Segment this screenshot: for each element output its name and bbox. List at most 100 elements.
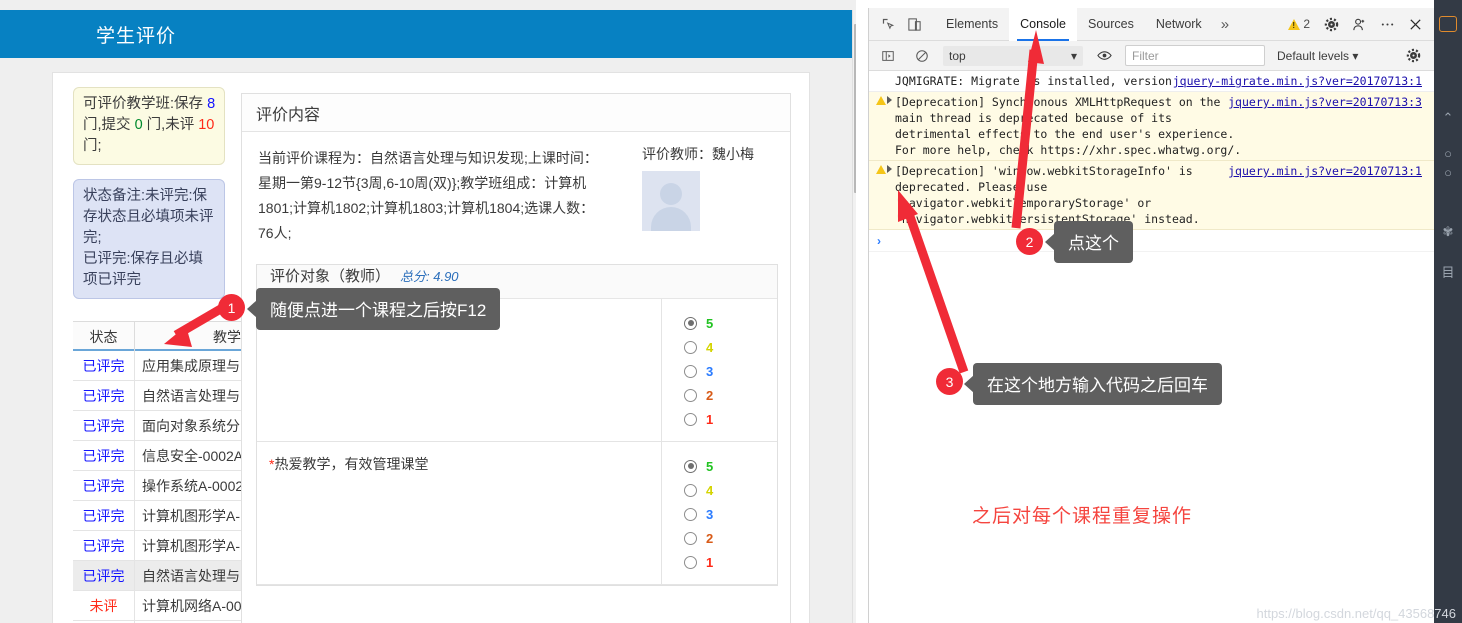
settings-gear-icon[interactable] bbox=[1318, 11, 1344, 37]
page-scrollbar[interactable] bbox=[852, 10, 856, 623]
execution-context-select[interactable]: top ▾ bbox=[943, 45, 1083, 66]
radio-button-icon[interactable] bbox=[684, 459, 697, 473]
screenshot-root: 学生评价 可评价教学班:保存 8 门,提交 0 门,未评 10 门; 状态备注:… bbox=[0, 0, 1462, 623]
rating-option[interactable]: 2 bbox=[684, 526, 774, 550]
console-source-link[interactable]: jquery-migrate.min.js?ver=20170713:1 bbox=[1173, 73, 1422, 89]
tab-elements[interactable]: Elements bbox=[935, 8, 1009, 41]
clear-console-icon[interactable] bbox=[909, 43, 935, 69]
radio-button-icon[interactable] bbox=[684, 364, 697, 378]
callout-1: 随便点进一个课程之后按F12 bbox=[246, 288, 501, 330]
course-status-table: 状态 教学 已评完 应用集成原理与 已评完 自然语言处理与 已评完 面向对象系统分 已评完信… bbox=[73, 321, 257, 623]
rating-option[interactable]: 1 bbox=[684, 550, 774, 574]
rail-circle-icon-1[interactable]: ○ bbox=[1439, 146, 1457, 161]
row-course-name: 计算机图形学A- bbox=[142, 537, 240, 554]
rating-option[interactable]: 4 bbox=[684, 335, 774, 359]
rail-warning-icon[interactable]: ⌃ bbox=[1439, 110, 1457, 126]
row-status: 已评完 bbox=[73, 501, 135, 530]
row-course-name: 信息安全-0002A bbox=[142, 447, 244, 464]
question-row: *热爱教学，有效管理课堂 5 4 3 2 1 bbox=[257, 442, 777, 585]
account-icon[interactable] bbox=[1346, 11, 1372, 37]
devtools-tab-list: Elements Console Sources Network bbox=[935, 7, 1213, 41]
rating-option[interactable]: 3 bbox=[684, 359, 774, 383]
warning-count-badge[interactable]: 2 bbox=[1288, 17, 1310, 31]
tab-sources[interactable]: Sources bbox=[1077, 8, 1145, 41]
watermark-text: https://blog.csdn.net/qq_43568746 bbox=[1256, 606, 1457, 621]
saved-count: 8 bbox=[207, 96, 216, 112]
row-status: 未评 bbox=[73, 591, 135, 620]
rail-panel-icon[interactable]: 目 bbox=[1439, 262, 1457, 281]
table-row[interactable]: 已评完 应用集成原理与 bbox=[73, 351, 257, 381]
rating-option[interactable]: 5 bbox=[684, 311, 774, 335]
page-header-bar: 学生评价 bbox=[0, 10, 856, 58]
table-row[interactable]: 已评完 自然语言处理与 bbox=[73, 561, 257, 591]
radio-button-icon[interactable] bbox=[684, 507, 697, 521]
console-message[interactable]: [Deprecation] 'window.webkitStorageInfo'… bbox=[869, 161, 1434, 230]
table-row[interactable]: 已评完 计算机图形学A- bbox=[73, 531, 257, 561]
table-row[interactable]: 未评计算机网络A-00 bbox=[73, 591, 257, 621]
rating-option[interactable]: 1 bbox=[684, 407, 774, 431]
column-header-class[interactable]: 教学 bbox=[135, 322, 257, 352]
row-status: 已评完 bbox=[73, 411, 135, 440]
table-header-row: 状态 教学 bbox=[73, 321, 257, 352]
warning-triangle-icon bbox=[876, 165, 886, 174]
expand-triangle-icon[interactable] bbox=[887, 96, 892, 104]
radio-button-icon[interactable] bbox=[684, 388, 697, 402]
status-note-box: 状态备注:未评完:保存状态且必填项未评完; 已评完:保存且必填项已评完 bbox=[73, 179, 225, 299]
browser-side-rail: ⌃ ○ ○ ✾ 目 bbox=[1434, 0, 1462, 623]
console-source-link[interactable]: jquery.min.js?ver=20170713:1 bbox=[1228, 163, 1422, 179]
execution-context-value: top bbox=[949, 48, 966, 63]
table-row[interactable]: 已评完 信息安全-0002A bbox=[73, 441, 257, 471]
warning-triangle-icon bbox=[1288, 18, 1301, 30]
rail-circle-icon-2[interactable]: ○ bbox=[1439, 165, 1457, 180]
rating-option-label: 2 bbox=[706, 387, 714, 403]
console-message[interactable]: JQMIGRATE: Migrate is installed, version… bbox=[869, 71, 1434, 92]
console-sidebar-toggle-icon[interactable] bbox=[875, 43, 901, 69]
radio-button-icon[interactable] bbox=[684, 483, 697, 497]
rail-gear-icon[interactable]: ✾ bbox=[1439, 224, 1457, 240]
row-course-name: 计算机网络A-00 bbox=[142, 597, 242, 614]
table-row[interactable]: 已评完 计算机图形学A- bbox=[73, 501, 257, 531]
question-options: 5 4 3 2 1 bbox=[662, 299, 774, 441]
log-levels-dropdown[interactable]: Default levels ▾ bbox=[1277, 49, 1358, 63]
radio-button-icon[interactable] bbox=[684, 531, 697, 545]
table-row[interactable]: 已评完 自然语言处理与 bbox=[73, 381, 257, 411]
scrollbar-thumb[interactable] bbox=[854, 24, 856, 193]
question-text: *热爱教学，有效管理课堂 bbox=[257, 442, 662, 584]
devtools-toolbar: ElementsConsoleSourcesNetwork » 2 bbox=[869, 7, 1434, 41]
row-course-name: 自然语言处理与 bbox=[142, 567, 240, 584]
tab-network[interactable]: Network bbox=[1145, 8, 1213, 41]
close-devtools-icon[interactable] bbox=[1402, 11, 1428, 37]
question-table: *备课充分，认真准备和对待每一节课54321*热爱教学，有效管理课堂54321 bbox=[257, 299, 777, 585]
total-score-label: 总分: 4.90 bbox=[400, 269, 459, 284]
more-tabs-icon[interactable]: » bbox=[1213, 16, 1237, 33]
console-prompt-row[interactable]: › bbox=[869, 230, 1434, 252]
device-toolbar-icon[interactable] bbox=[901, 11, 927, 37]
console-inline-link[interactable]: https://xhr.spec.whatwg.org/ bbox=[1040, 143, 1234, 157]
tab-console[interactable]: Console bbox=[1009, 7, 1077, 41]
rating-option-label: 3 bbox=[706, 363, 714, 379]
more-options-icon[interactable] bbox=[1374, 11, 1400, 37]
column-header-status[interactable]: 状态 bbox=[73, 322, 135, 352]
rating-option-label: 3 bbox=[706, 506, 714, 522]
table-row[interactable]: 已评完 面向对象系统分 bbox=[73, 411, 257, 441]
rating-option[interactable]: 4 bbox=[684, 478, 774, 502]
rating-option[interactable]: 5 bbox=[684, 454, 774, 478]
table-body: 已评完 应用集成原理与 已评完 自然语言处理与 已评完 面向对象系统分 已评完 信息安全-00… bbox=[73, 351, 257, 623]
console-settings-gear-icon[interactable] bbox=[1400, 43, 1426, 69]
console-filter-input[interactable]: Filter bbox=[1125, 45, 1265, 66]
console-source-link[interactable]: jquery.min.js?ver=20170713:3 bbox=[1228, 94, 1422, 110]
radio-button-icon[interactable] bbox=[684, 555, 697, 569]
expand-triangle-icon[interactable] bbox=[887, 165, 892, 173]
live-expression-eye-icon[interactable] bbox=[1091, 43, 1117, 69]
rating-option[interactable]: 2 bbox=[684, 383, 774, 407]
table-row[interactable]: 已评完 操作系统A-0002 bbox=[73, 471, 257, 501]
radio-button-icon[interactable] bbox=[684, 340, 697, 354]
rating-option-label: 2 bbox=[706, 530, 714, 546]
radio-button-icon[interactable] bbox=[684, 412, 697, 426]
console-message[interactable]: [Deprecation] Synchronous XMLHttpRequest… bbox=[869, 92, 1434, 161]
row-course-name: 应用集成原理与 bbox=[142, 357, 240, 374]
radio-button-icon[interactable] bbox=[684, 316, 697, 330]
inspect-element-icon[interactable] bbox=[875, 11, 901, 37]
rail-active-icon[interactable] bbox=[1439, 16, 1457, 32]
rating-option[interactable]: 3 bbox=[684, 502, 774, 526]
